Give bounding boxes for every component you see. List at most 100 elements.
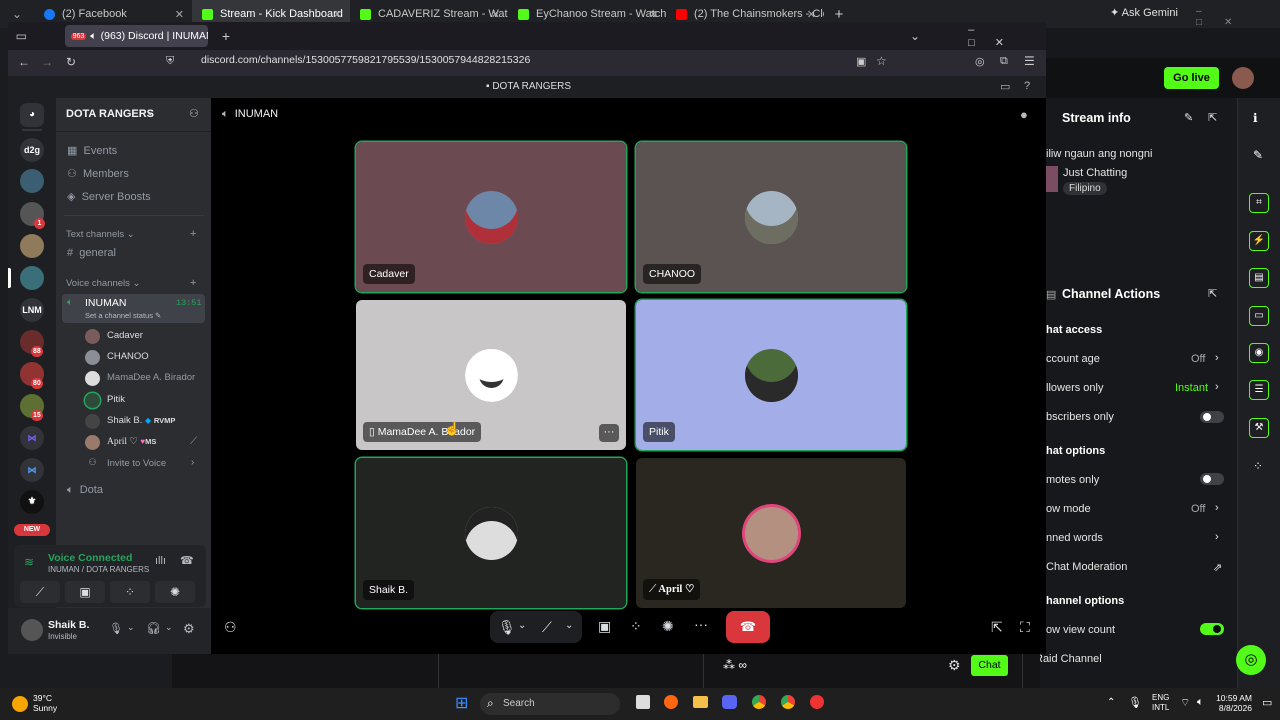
go-live-button[interactable]: Go live xyxy=(1164,67,1219,89)
chat-bubble-icon[interactable]: ● xyxy=(1020,107,1028,122)
help-icon[interactable]: ? xyxy=(1024,80,1030,92)
invite-to-voice[interactable]: ⚇ Invite to Voice xyxy=(85,457,166,469)
popout-icon[interactable]: ⇱ xyxy=(1208,111,1217,124)
add-member-icon[interactable]: ⚇ xyxy=(189,107,199,120)
avatar[interactable] xyxy=(21,619,43,641)
raid-channel-label[interactable]: Raid Channel xyxy=(1035,653,1102,665)
chevron-down-icon[interactable]: ⌄ xyxy=(565,620,573,631)
close-icon[interactable]: ✕ xyxy=(491,8,500,21)
emotes-only-toggle[interactable] xyxy=(1200,473,1224,485)
firefox-icon[interactable] xyxy=(664,695,678,709)
apps-icon[interactable]: ⁘ xyxy=(1253,459,1263,473)
followers-only-value[interactable]: Instant xyxy=(1175,382,1208,394)
tab-overflow-icon[interactable]: ⌄ xyxy=(910,29,920,43)
discord-home-icon[interactable]: ◕ xyxy=(20,103,44,127)
edit-icon[interactable]: ✎ xyxy=(1184,111,1193,124)
close-icon[interactable]: ✕ xyxy=(175,8,184,21)
soundboard-icon[interactable]: ✺ xyxy=(662,618,674,635)
bookmark-star-icon[interactable]: ☆ xyxy=(876,54,887,68)
account-icon[interactable]: ◎ xyxy=(975,55,985,68)
chevron-right-icon[interactable]: › xyxy=(1215,531,1219,543)
layout-icon[interactable]: ☰ xyxy=(1249,380,1269,400)
chevron-down-icon[interactable]: ⌄ xyxy=(165,622,173,633)
video-tile-cadaver[interactable]: Cadaver xyxy=(356,142,626,292)
chrome-icon[interactable] xyxy=(781,695,795,709)
mic-icon[interactable]: 🎙︎ xyxy=(109,622,123,635)
server-icon[interactable] xyxy=(20,234,44,258)
voice-member[interactable]: CHANOO xyxy=(85,350,149,365)
voice-channel-inuman[interactable]: 🔈︎ INUMAN 13:51 Set a channel status ✎ xyxy=(62,294,205,323)
language-indicator[interactable]: ENG INTL xyxy=(1152,693,1169,713)
back-icon[interactable]: ← xyxy=(18,55,30,69)
reader-icon[interactable]: ▣ xyxy=(856,55,866,68)
activities-button[interactable]: ⁘ xyxy=(110,581,150,603)
disconnect-button[interactable]: ☎ xyxy=(726,611,770,643)
notification-icon[interactable]: ▭ xyxy=(1262,696,1272,709)
popout-icon[interactable]: ⇱ xyxy=(991,619,1003,636)
chevron-down-icon[interactable]: ⌄ xyxy=(518,620,526,631)
inbox-icon[interactable]: ▭ xyxy=(1000,80,1010,93)
add-channel-icon[interactable]: + xyxy=(190,228,196,240)
file-explorer-icon[interactable] xyxy=(693,696,708,708)
volume-icon[interactable]: 🔈︎ xyxy=(1197,696,1204,709)
more-options-button[interactable]: ··· xyxy=(599,424,619,442)
server-header[interactable]: DOTA RANGERS ⌄ ⚇ xyxy=(56,98,211,132)
server-icon[interactable]: LNM xyxy=(20,298,44,322)
camera-off-icon[interactable]: ⟋ xyxy=(542,619,552,636)
soundboard-button[interactable]: ✺ xyxy=(155,581,195,603)
external-link-icon[interactable]: ⇗ xyxy=(1213,561,1222,574)
new-tab-button[interactable]: + xyxy=(222,28,230,44)
popout-icon[interactable]: ⇱ xyxy=(1208,287,1217,300)
noise-suppression-icon[interactable]: ıllı xyxy=(155,555,166,567)
avatar[interactable] xyxy=(1232,67,1254,89)
lightning-icon[interactable]: ⚡ xyxy=(1249,231,1269,251)
chevron-right-icon[interactable]: › xyxy=(1215,352,1219,364)
video-tile-pitik[interactable]: Pitik xyxy=(636,300,906,450)
video-tile-shaik[interactable]: Shaik B. xyxy=(356,458,626,608)
video-tile-chanoo[interactable]: CHANOO xyxy=(636,142,906,292)
server-icon[interactable]: d2g xyxy=(20,138,44,162)
close-icon[interactable]: ✕ xyxy=(333,8,342,21)
server-icon[interactable]: ⚜ xyxy=(20,490,44,514)
emote-icon[interactable]: ⁂ ∞ xyxy=(723,658,747,672)
category-text-channels[interactable]: Text channels ⌄ xyxy=(66,229,135,240)
shield-icon[interactable]: ⛨ xyxy=(166,55,174,68)
fullscreen-icon[interactable]: ⛶ xyxy=(1020,619,1030,636)
menu-item-server-boosts[interactable]: ◈ Server Boosts xyxy=(67,190,151,203)
menu-item-members[interactable]: ⚇ Members xyxy=(67,167,129,180)
url-text[interactable]: discord.com/channels/1530057759821795539… xyxy=(201,54,530,66)
clipboard-icon[interactable]: ▤ xyxy=(1249,268,1269,288)
discord-tab[interactable]: 963 🔈︎ (963) Discord | INUMAN | D ✕ xyxy=(64,25,208,47)
network-icon[interactable]: ⌔ xyxy=(1180,696,1190,710)
info-icon[interactable]: ℹ xyxy=(1253,111,1258,125)
screen-share-button[interactable]: ▣ xyxy=(65,581,105,603)
window-controls[interactable]: –□✕ xyxy=(1196,6,1280,28)
mic-icon[interactable]: 🎙︎ xyxy=(498,619,516,636)
help-icon[interactable]: ◎ xyxy=(1236,645,1266,675)
chevron-right-icon[interactable]: › xyxy=(1215,381,1219,393)
voice-member[interactable]: Pitik xyxy=(85,393,125,408)
slow-mode-value[interactable]: Off xyxy=(1191,503,1205,515)
account-age-value[interactable]: Off xyxy=(1191,353,1205,365)
view-count-toggle[interactable] xyxy=(1200,623,1224,635)
window-controls[interactable]: –□✕ xyxy=(968,24,1046,49)
pencil-icon[interactable]: ✎ xyxy=(1253,148,1263,162)
activities-icon[interactable]: ⁘ xyxy=(630,618,642,635)
reload-icon[interactable]: ↻ xyxy=(66,55,76,69)
voice-member[interactable]: Cadaver xyxy=(85,329,143,344)
voice-member[interactable]: Shaik B. ◆ RVMP xyxy=(85,414,175,429)
voice-connected-channel[interactable]: INUMAN / DOTA RANGERS xyxy=(48,565,149,574)
tab-list-icon[interactable]: ▭ xyxy=(8,29,35,43)
new-tab-button[interactable]: + xyxy=(824,6,854,23)
mic-icon[interactable]: 🎙︎ xyxy=(1128,696,1142,709)
windows-start-icon[interactable]: ⊞ xyxy=(455,696,471,712)
video-tile-april[interactable]: ⟋ April ♡ xyxy=(636,458,906,608)
menu-item-events[interactable]: ▦ Events xyxy=(67,144,117,157)
add-user-icon[interactable]: ⚇ xyxy=(224,619,237,636)
video-tile-mamadee[interactable]: ▯ MamaDee A. Birador ··· xyxy=(356,300,626,450)
subscribers-only-toggle[interactable] xyxy=(1200,411,1224,423)
headphones-icon[interactable]: 🎧︎ xyxy=(146,621,161,635)
channel-general[interactable]: # general xyxy=(67,247,116,259)
weather-widget[interactable]: 39°C Sunny xyxy=(33,693,57,713)
settings-icon[interactable]: ⚙ xyxy=(948,657,961,674)
